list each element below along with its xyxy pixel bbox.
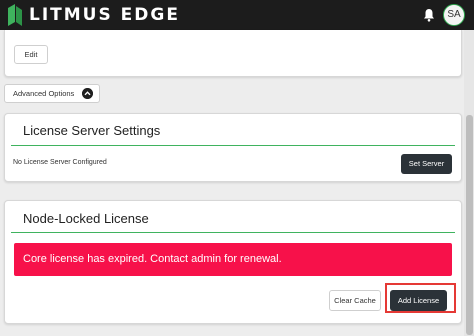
edit-card: Edit (4, 30, 462, 77)
license-server-card: License Server Settings No License Serve… (4, 113, 462, 182)
chevron-up-icon (82, 88, 93, 99)
license-server-title: License Server Settings (23, 123, 161, 138)
add-license-highlight (385, 283, 456, 313)
bell-icon[interactable] (423, 8, 435, 22)
advanced-options-label: Advanced Options (13, 89, 75, 98)
user-avatar[interactable]: SA (443, 4, 465, 26)
license-server-status: No License Server Configured (13, 159, 107, 166)
scrollbar-thumb[interactable] (466, 115, 473, 335)
set-server-button[interactable]: Set Server (401, 154, 452, 174)
section-divider (11, 145, 455, 146)
license-expired-alert: Core license has expired. Contact admin … (14, 243, 452, 276)
top-navigation-bar: LITMUS EDGE SA (0, 0, 474, 30)
litmus-logo-icon (8, 4, 22, 26)
advanced-options-toggle[interactable]: Advanced Options (4, 84, 100, 103)
clear-cache-button[interactable]: Clear Cache (329, 290, 381, 311)
section-divider (11, 232, 455, 233)
edit-button[interactable]: Edit (14, 45, 48, 64)
brand-name: LITMUS EDGE (29, 5, 180, 25)
node-locked-title: Node-Locked License (23, 211, 149, 226)
